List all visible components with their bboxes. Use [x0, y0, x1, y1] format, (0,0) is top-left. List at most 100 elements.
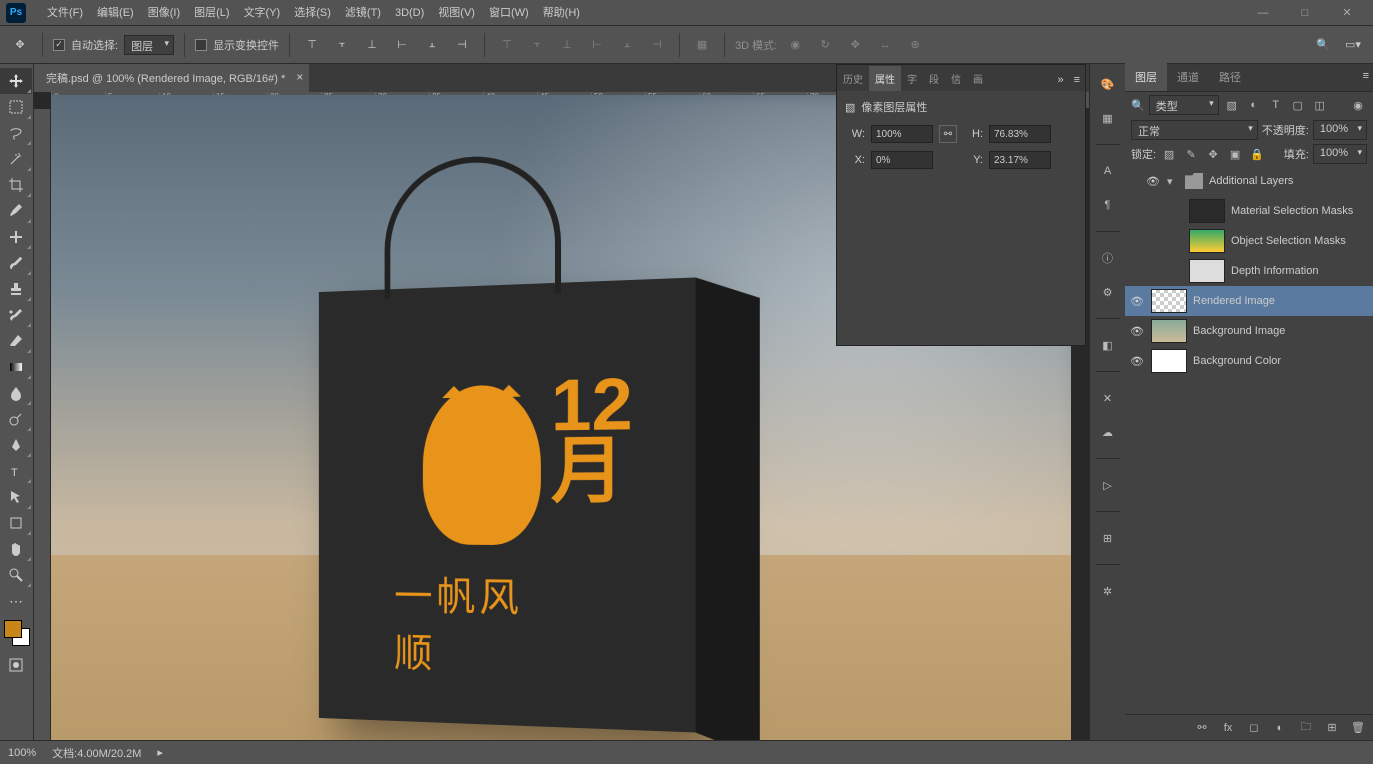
crop-tool[interactable]: [0, 172, 32, 198]
3d-panel-icon[interactable]: ✲: [1098, 581, 1118, 601]
filter-toggle-icon[interactable]: ◉: [1349, 96, 1367, 114]
properties-tab[interactable]: 属性: [869, 66, 901, 91]
chevron-down-icon[interactable]: ▾: [1167, 175, 1179, 188]
layer-fx-icon[interactable]: fx: [1219, 719, 1237, 737]
history-brush-tool[interactable]: [0, 302, 32, 328]
zoom-tool[interactable]: [0, 562, 32, 588]
align-left-icon[interactable]: ⊢: [390, 33, 414, 57]
brush-tab[interactable]: 画: [967, 66, 989, 91]
layer-mask-icon[interactable]: ◻: [1245, 719, 1263, 737]
align-top-icon[interactable]: ⊤: [300, 33, 324, 57]
visibility-icon[interactable]: [1167, 233, 1183, 249]
maximize-button[interactable]: □: [1285, 3, 1325, 23]
char-tab[interactable]: 字: [901, 66, 923, 91]
type-tool[interactable]: T: [0, 458, 32, 484]
visibility-icon[interactable]: 👁: [1145, 173, 1161, 189]
delete-layer-icon[interactable]: 🗑: [1349, 719, 1367, 737]
align-hcenter-icon[interactable]: ⫠: [420, 33, 444, 57]
lock-pixels-icon[interactable]: ✎: [1182, 145, 1200, 163]
info-panel-icon[interactable]: ⓘ: [1098, 248, 1118, 268]
layer-row[interactable]: 👁 Rendered Image: [1125, 286, 1373, 316]
visibility-icon[interactable]: [1167, 263, 1183, 279]
height-input[interactable]: [989, 125, 1051, 143]
align-right-icon[interactable]: ⊣: [450, 33, 474, 57]
close-button[interactable]: ✕: [1327, 3, 1367, 23]
stamp-tool[interactable]: [0, 276, 32, 302]
tab-close-icon[interactable]: ×: [296, 70, 303, 84]
menu-layer[interactable]: 图层(L): [187, 0, 236, 26]
x-input[interactable]: [871, 151, 933, 169]
minimize-button[interactable]: —: [1243, 3, 1283, 23]
menu-window[interactable]: 窗口(W): [482, 0, 536, 26]
layer-row[interactable]: Depth Information: [1125, 256, 1373, 286]
menu-image[interactable]: 图像(I): [141, 0, 187, 26]
eyedropper-tool[interactable]: [0, 198, 32, 224]
align-vcenter-icon[interactable]: ⫟: [330, 33, 354, 57]
panel-menu-icon[interactable]: ≡: [1363, 70, 1369, 82]
new-adjustment-icon[interactable]: ◐: [1271, 719, 1289, 737]
visibility-icon[interactable]: 👁: [1129, 323, 1145, 339]
zoom-level[interactable]: 100%: [8, 747, 36, 759]
lock-position-icon[interactable]: ✥: [1204, 145, 1222, 163]
y-input[interactable]: [989, 151, 1051, 169]
layer-row[interactable]: Material Selection Masks: [1125, 196, 1373, 226]
eraser-tool[interactable]: [0, 328, 32, 354]
document-tab[interactable]: 完稿.psd @ 100% (Rendered Image, RGB/16#) …: [34, 64, 309, 92]
libraries-panel-icon[interactable]: ☁: [1098, 422, 1118, 442]
new-group-icon[interactable]: 🗀: [1297, 719, 1315, 737]
character-panel-icon[interactable]: A: [1098, 161, 1118, 181]
quickmask-toggle[interactable]: [0, 652, 32, 678]
lasso-tool[interactable]: [0, 120, 32, 146]
move-tool[interactable]: [0, 68, 32, 94]
menu-edit[interactable]: 编辑(E): [90, 0, 141, 26]
brush-tool[interactable]: [0, 250, 32, 276]
swatches-panel-icon[interactable]: ▦: [1098, 108, 1118, 128]
paragraph-panel-icon[interactable]: ¶: [1098, 195, 1118, 215]
visibility-icon[interactable]: 👁: [1129, 293, 1145, 309]
menu-3d[interactable]: 3D(D): [388, 0, 431, 26]
hand-tool[interactable]: [0, 536, 32, 562]
new-layer-icon[interactable]: ⊞: [1323, 719, 1341, 737]
shape-tool[interactable]: [0, 510, 32, 536]
auto-select-dropdown[interactable]: 图层: [124, 35, 174, 55]
menu-filter[interactable]: 滤镜(T): [338, 0, 388, 26]
status-chevron-icon[interactable]: ▸: [157, 746, 163, 759]
color-swatch[interactable]: [4, 620, 30, 646]
move-tool-icon[interactable]: ✥: [8, 33, 32, 57]
blur-tool[interactable]: [0, 380, 32, 406]
auto-select-checkbox[interactable]: [53, 39, 65, 51]
properties-panel-icon[interactable]: ✕: [1098, 388, 1118, 408]
edit-toolbar[interactable]: ⋯: [0, 588, 32, 614]
adjustments-panel-icon[interactable]: ⚙: [1098, 282, 1118, 302]
search-icon[interactable]: 🔍: [1311, 33, 1335, 57]
filter-type-dropdown[interactable]: 类型: [1149, 95, 1219, 115]
pen-tool[interactable]: [0, 432, 32, 458]
lock-all-icon[interactable]: 🔒: [1248, 145, 1266, 163]
visibility-icon[interactable]: [1167, 203, 1183, 219]
align-bottom-icon[interactable]: ⊥: [360, 33, 384, 57]
workspace-switch-icon[interactable]: ▭▾: [1341, 33, 1365, 57]
panel-collapse-icon[interactable]: »: [1052, 69, 1068, 91]
info-tab[interactable]: 信: [945, 66, 967, 91]
filter-smart-icon[interactable]: ◫: [1311, 96, 1329, 114]
menu-file[interactable]: 文件(F): [40, 0, 90, 26]
fill-input[interactable]: 100%: [1313, 144, 1367, 164]
layers-tab[interactable]: 图层: [1125, 63, 1167, 91]
filter-adjust-icon[interactable]: ◐: [1245, 96, 1263, 114]
menu-select[interactable]: 选择(S): [287, 0, 338, 26]
visibility-icon[interactable]: 👁: [1129, 353, 1145, 369]
path-select-tool[interactable]: [0, 484, 32, 510]
layer-row[interactable]: 👁 Background Color: [1125, 346, 1373, 376]
history-tab[interactable]: 历史: [837, 66, 869, 91]
channels-tab[interactable]: 通道: [1167, 63, 1209, 91]
layer-row[interactable]: 👁 Background Image: [1125, 316, 1373, 346]
lock-transparency-icon[interactable]: ▨: [1160, 145, 1178, 163]
dodge-tool[interactable]: [0, 406, 32, 432]
link-wh-icon[interactable]: ⚯: [939, 125, 957, 143]
styles-panel-icon[interactable]: ◧: [1098, 335, 1118, 355]
menu-type[interactable]: 文字(Y): [237, 0, 288, 26]
lock-artboard-icon[interactable]: ▣: [1226, 145, 1244, 163]
link-layers-icon[interactable]: ⚯: [1193, 719, 1211, 737]
search-icon[interactable]: 🔍: [1131, 99, 1145, 112]
layer-group[interactable]: 👁 ▾ Additional Layers: [1125, 166, 1373, 196]
